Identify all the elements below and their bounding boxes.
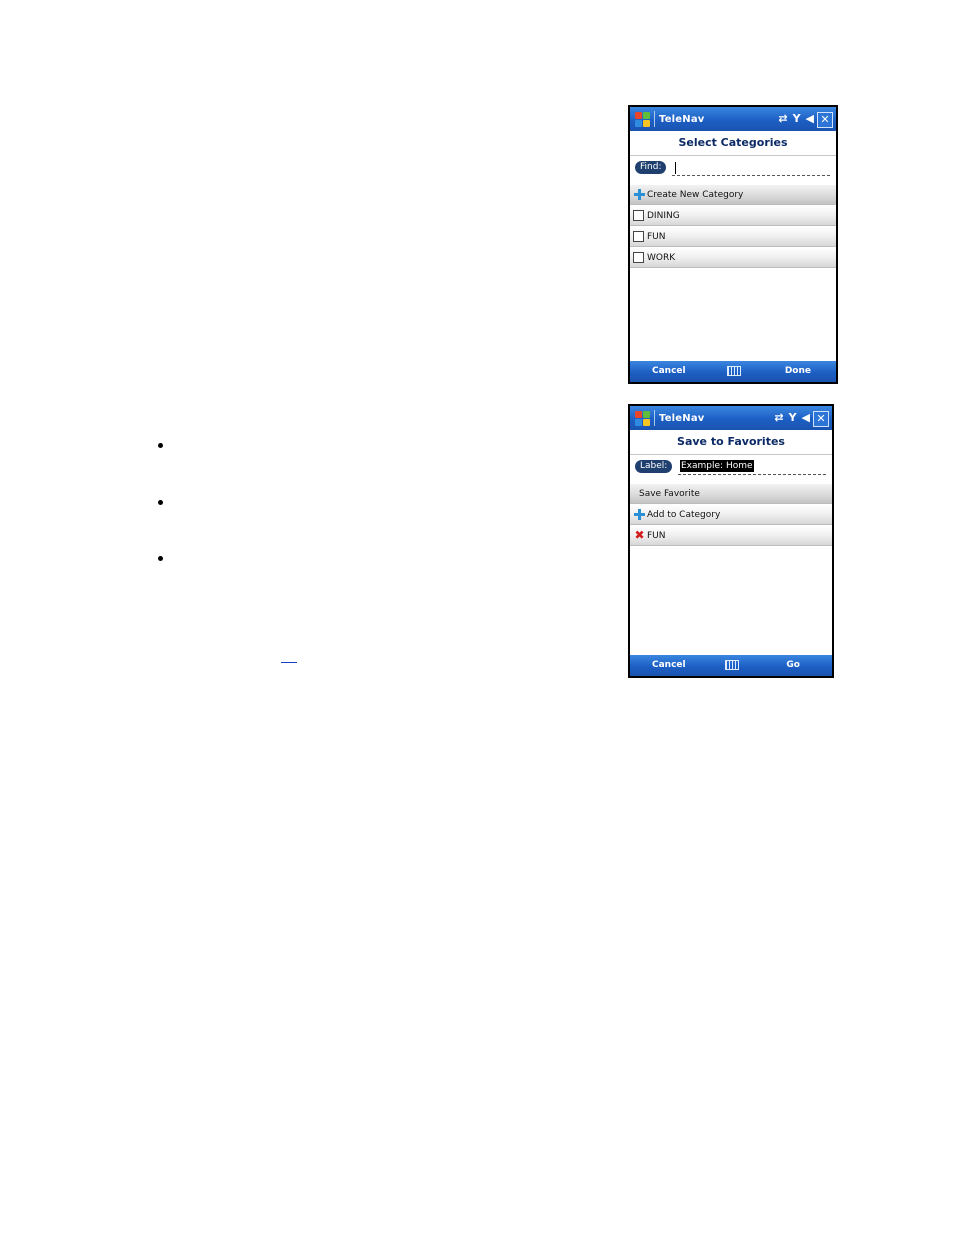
keyboard-icon[interactable]: [727, 366, 741, 376]
remove-icon[interactable]: ✖: [634, 529, 645, 541]
volume-icon[interactable]: ◀: [802, 412, 810, 424]
find-input[interactable]: [672, 159, 830, 176]
label-input-value: Example: Home: [680, 460, 754, 472]
label-input[interactable]: Example: Home: [678, 458, 826, 475]
fun-checkbox[interactable]: [633, 231, 644, 242]
cancel-softkey[interactable]: Cancel: [652, 366, 686, 376]
signal-icon[interactable]: Y: [789, 412, 797, 424]
list-item-label: Save Favorite: [639, 488, 700, 499]
find-label: Find:: [635, 161, 667, 174]
status-icons: ⇄ Y ◀: [778, 107, 814, 131]
list-item-label: Create New Category: [647, 189, 744, 200]
create-new-category-item[interactable]: Create New Category: [630, 185, 836, 205]
list-item-label: Add to Category: [647, 509, 721, 520]
save-to-favorites-screen: TeleNav ⇄ Y ◀ ✕ Save to Favorites Label:…: [628, 404, 834, 678]
signal-icon[interactable]: Y: [793, 113, 801, 125]
sync-icon[interactable]: ⇄: [774, 412, 783, 424]
go-softkey[interactable]: Go: [786, 660, 800, 670]
page-link[interactable]: [281, 650, 297, 663]
close-icon[interactable]: ✕: [813, 411, 829, 427]
plus-icon: [634, 509, 645, 520]
title-bar: TeleNav ⇄ Y ◀ ✕: [630, 406, 832, 430]
dining-checkbox[interactable]: [633, 210, 644, 221]
softkey-bar: Cancel Done: [630, 361, 836, 382]
save-favorite-item[interactable]: Save Favorite: [630, 484, 832, 504]
volume-icon[interactable]: ◀: [806, 113, 814, 125]
select-categories-screen: TeleNav ⇄ Y ◀ ✕ Select Categories Find: …: [628, 105, 838, 384]
plus-icon: [634, 189, 645, 200]
bullet-marker: [157, 499, 165, 507]
title-separator: [654, 410, 655, 426]
category-item-work[interactable]: WORK: [630, 248, 836, 268]
title-bar: TeleNav ⇄ Y ◀ ✕: [630, 107, 836, 131]
app-title: TeleNav: [659, 113, 705, 125]
list-item-label: DINING: [647, 210, 680, 221]
list-item-label: FUN: [647, 231, 666, 242]
category-item-fun[interactable]: FUN: [630, 227, 836, 247]
label-label: Label:: [635, 460, 673, 473]
keyboard-icon[interactable]: [725, 660, 739, 670]
done-softkey[interactable]: Done: [785, 366, 811, 376]
sync-icon[interactable]: ⇄: [778, 113, 787, 125]
find-row: Find:: [630, 156, 836, 184]
app-title: TeleNav: [659, 412, 705, 424]
add-to-category-item[interactable]: Add to Category: [630, 505, 832, 525]
bullet-marker: [157, 442, 165, 450]
work-checkbox[interactable]: [633, 252, 644, 263]
cancel-softkey[interactable]: Cancel: [652, 660, 686, 670]
category-item-fun[interactable]: ✖ FUN: [630, 526, 832, 546]
windows-start-icon[interactable]: [633, 110, 651, 128]
status-icons: ⇄ Y ◀: [774, 406, 810, 430]
label-row: Label: Example: Home: [630, 455, 832, 483]
screen-title: Select Categories: [630, 131, 836, 156]
softkey-bar: Cancel Go: [630, 655, 832, 676]
close-icon[interactable]: ✕: [817, 112, 833, 128]
screen-title: Save to Favorites: [630, 430, 832, 455]
category-item-dining[interactable]: DINING: [630, 206, 836, 226]
list-item-label: WORK: [647, 252, 676, 263]
bullet-marker: [157, 555, 165, 563]
list-item-label: FUN: [647, 530, 666, 541]
title-separator: [654, 111, 655, 127]
windows-start-icon[interactable]: [633, 409, 651, 427]
